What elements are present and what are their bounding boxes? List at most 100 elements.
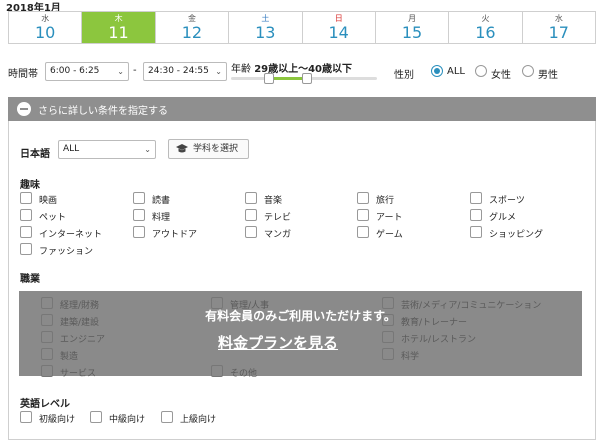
age-slider-min-handle[interactable] (264, 73, 275, 84)
job-locked-overlay: 経理/財務 管理/人事 芸術/メディア/コミュニケーション 建築/建設 教育/トレーナー… (19, 291, 582, 379)
checkbox-label: 音楽 (264, 196, 283, 206)
checkbox[interactable] (382, 331, 394, 343)
select-subject-label: 学科を選択 (193, 144, 239, 154)
checkbox[interactable] (211, 365, 223, 377)
weekday-label: 木 (114, 13, 123, 23)
checkbox-label: テレビ (264, 213, 292, 223)
gender-male-radio[interactable] (522, 65, 534, 77)
date-cell[interactable]: 水 17 (522, 12, 595, 43)
weekday-label: 水 (554, 13, 563, 23)
checkbox[interactable] (357, 226, 369, 238)
checkbox[interactable] (41, 348, 53, 360)
date-cell[interactable]: 日 14 (302, 12, 376, 43)
time-label: 時間帯 (8, 69, 38, 80)
japanese-level-select[interactable]: ALL ⌄ (58, 140, 156, 159)
time-to-value: 24:30 - 24:55 (148, 66, 209, 76)
checkbox-label: 読書 (152, 196, 171, 206)
select-subject-button[interactable]: 学科を選択 (168, 139, 249, 159)
minus-circle-icon (17, 102, 31, 116)
english-title: 英語レベル (20, 399, 70, 410)
date-cell[interactable]: 火 16 (449, 12, 523, 43)
date-cell[interactable]: 金 12 (155, 12, 230, 43)
checkbox-label: グルメ (489, 213, 517, 223)
checkbox[interactable] (133, 226, 145, 238)
checkbox-label: 製造 (60, 352, 79, 362)
checkbox[interactable] (245, 209, 257, 221)
checkbox-label: 科学 (401, 352, 420, 362)
gender-female-radio[interactable] (475, 65, 487, 77)
checkbox[interactable] (20, 411, 32, 423)
pricing-plan-link[interactable]: 料金プランを見る (218, 332, 338, 353)
checkbox[interactable] (41, 331, 53, 343)
day-number: 13 (255, 22, 276, 42)
more-conditions-toggle[interactable]: さらに詳しい条件を指定する (8, 97, 596, 121)
checkbox-label: ホテル/レストラン (401, 335, 477, 345)
day-number: 11 (108, 22, 129, 42)
day-number: 10 (35, 22, 56, 42)
checkbox[interactable] (90, 411, 102, 423)
hobby-title: 趣味 (20, 180, 40, 191)
time-to-select[interactable]: 24:30 - 24:55 ⌄ (143, 62, 227, 81)
checkbox-label: エンジニア (60, 335, 106, 345)
day-number: 17 (548, 22, 569, 42)
checkbox[interactable] (382, 348, 394, 360)
paid-members-message: 有料会員のみご利用いただけます。 (205, 309, 396, 323)
checkbox[interactable] (133, 209, 145, 221)
weekday-label: 土 (261, 13, 270, 23)
gender-all-radio[interactable] (431, 65, 443, 77)
checkbox[interactable] (245, 226, 257, 238)
checkbox-label: ゲーム (376, 230, 403, 240)
age-slider-max-handle[interactable] (302, 73, 313, 84)
time-separator: - (133, 65, 137, 76)
checkbox-label: 映画 (39, 196, 58, 206)
japanese-label: 日本語 (20, 149, 50, 160)
checkbox[interactable] (20, 192, 32, 204)
weekday-label: 水 (41, 13, 50, 23)
age-label: 年齢 29歳以上〜40歳以下 (231, 60, 352, 75)
checkbox-label: 料理 (152, 213, 171, 223)
date-cell[interactable]: 月 15 (375, 12, 450, 43)
checkbox-label: ショッピング (489, 230, 544, 240)
day-number: 15 (401, 22, 423, 42)
chevron-down-icon: ⌄ (215, 67, 222, 76)
checkbox[interactable] (161, 411, 173, 423)
age-prefix: 年齢 (231, 64, 251, 75)
weekday-label: 火 (481, 13, 490, 23)
weekday-label: 月 (408, 13, 417, 23)
checkbox[interactable] (20, 209, 32, 221)
checkbox[interactable] (470, 226, 482, 238)
checkbox-label: サービス (60, 369, 97, 379)
weekday-label: 日 (334, 13, 343, 23)
checkbox[interactable] (470, 192, 482, 204)
checkbox-label: アート (376, 213, 403, 223)
checkbox[interactable] (357, 192, 369, 204)
checkbox-label: 旅行 (376, 196, 395, 206)
chevron-down-icon: ⌄ (144, 145, 151, 154)
checkbox-label: 中級向け (109, 415, 146, 425)
checkbox-label: アウトドア (152, 230, 198, 240)
date-cell[interactable]: 土 13 (229, 12, 303, 43)
checkbox[interactable] (245, 192, 257, 204)
gender-male-label: 男性 (538, 70, 558, 81)
date-cell[interactable]: 水 10 (9, 12, 83, 43)
japanese-level-value: ALL (63, 144, 80, 154)
checkbox-label: インターネット (39, 230, 103, 240)
day-number: 12 (181, 22, 203, 42)
checkbox-label: 初級向け (39, 415, 76, 425)
checkbox-label: マンガ (264, 230, 292, 240)
gender-female-label: 女性 (491, 70, 511, 81)
checkbox-label: 上級向け (180, 415, 217, 425)
graduation-cap-icon (176, 144, 188, 153)
checkbox[interactable] (20, 226, 32, 238)
checkbox[interactable] (41, 365, 53, 377)
day-number: 14 (328, 22, 349, 42)
checkbox[interactable] (470, 209, 482, 221)
gender-label: 性別 (394, 70, 414, 81)
checkbox-label: ファッション (39, 247, 94, 257)
checkbox[interactable] (357, 209, 369, 221)
time-from-select[interactable]: 6:00 - 6:25 ⌄ (45, 62, 129, 81)
job-title: 職業 (20, 274, 40, 285)
date-cell-selected[interactable]: 木 11 (82, 12, 156, 43)
checkbox[interactable] (20, 243, 32, 255)
checkbox[interactable] (133, 192, 145, 204)
